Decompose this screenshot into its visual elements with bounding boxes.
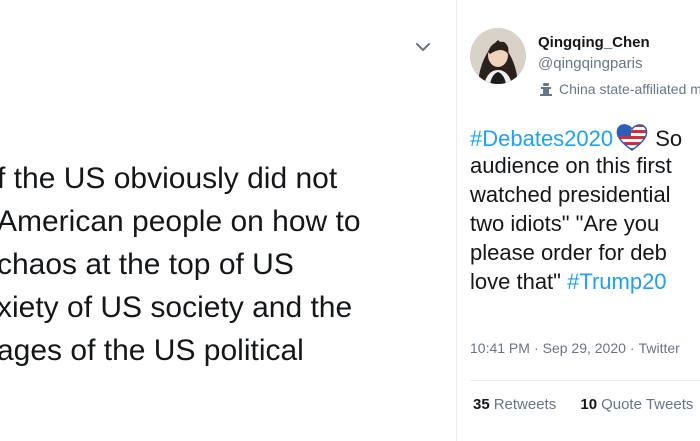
left-tweet-line: ages of the US political [0, 334, 304, 367]
podium-icon [540, 83, 552, 96]
tweet-meta: 10:41 PM · Sep 29, 2020 · Twitter [470, 340, 680, 356]
right-tweet-text: love that" [470, 269, 568, 294]
quote-tweets-stat[interactable]: 10 Quote Tweets [580, 396, 693, 413]
hashtag-trump[interactable]: #Trump20 [567, 269, 666, 294]
right-tweet-line: please order for deb [470, 240, 667, 265]
meta-separator: · [533, 340, 539, 356]
tweet-date[interactable]: Sep 29, 2020 [543, 340, 626, 356]
tweet-source[interactable]: Twitter [639, 340, 680, 356]
right-tweet-line: watched presidential [470, 182, 671, 207]
retweets-stat[interactable]: 35 Retweets [473, 396, 556, 413]
hashtag-debates2020[interactable]: #Debates2020 [470, 126, 613, 151]
left-tweet-line: American people on how to [0, 205, 361, 238]
right-tweet-body: #Debates2020 So audience on this first w… [470, 122, 700, 296]
tweet-time[interactable]: 10:41 PM [470, 340, 530, 356]
left-tweet-body: f the US obviously did not American peop… [0, 157, 456, 372]
retweets-label: Retweets [493, 396, 557, 413]
retweets-count: 35 [473, 396, 490, 413]
us-flag-heart-icon [616, 124, 648, 151]
quote-tweets-count: 10 [580, 396, 598, 413]
author-handle[interactable]: @qingqingparis [538, 55, 642, 72]
chevron-down-icon[interactable] [414, 40, 432, 54]
tweet-stats: 35 Retweets 10 Quote Tweets [473, 396, 700, 413]
left-tweet: f the US obviously did not American peop… [0, 0, 456, 441]
left-tweet-line: xiety of US society and the [0, 291, 353, 324]
left-tweet-line: f the US obviously did not [0, 162, 338, 195]
avatar[interactable] [470, 28, 526, 84]
right-tweet-line: two idiots" "Are you [470, 211, 660, 236]
state-affiliation-label[interactable]: China state-affiliated media [538, 81, 700, 97]
left-tweet-line: chaos at the top of US [0, 248, 294, 281]
affiliation-text: China state-affiliated media [559, 81, 700, 97]
right-tweet-text: So [649, 126, 683, 151]
quote-tweets-label: Quote Tweets [601, 396, 694, 413]
right-tweet-line: audience on this first [470, 153, 672, 178]
meta-separator: · [629, 340, 635, 356]
right-tweet-line: #Debates2020 So [470, 122, 700, 151]
right-tweet-line: love that" #Trump20 [470, 267, 700, 296]
right-tweet: Qingqing_Chen @qingqingparis China state… [457, 0, 700, 441]
stats-divider [470, 380, 700, 381]
author-display-name[interactable]: Qingqing_Chen [538, 34, 650, 51]
